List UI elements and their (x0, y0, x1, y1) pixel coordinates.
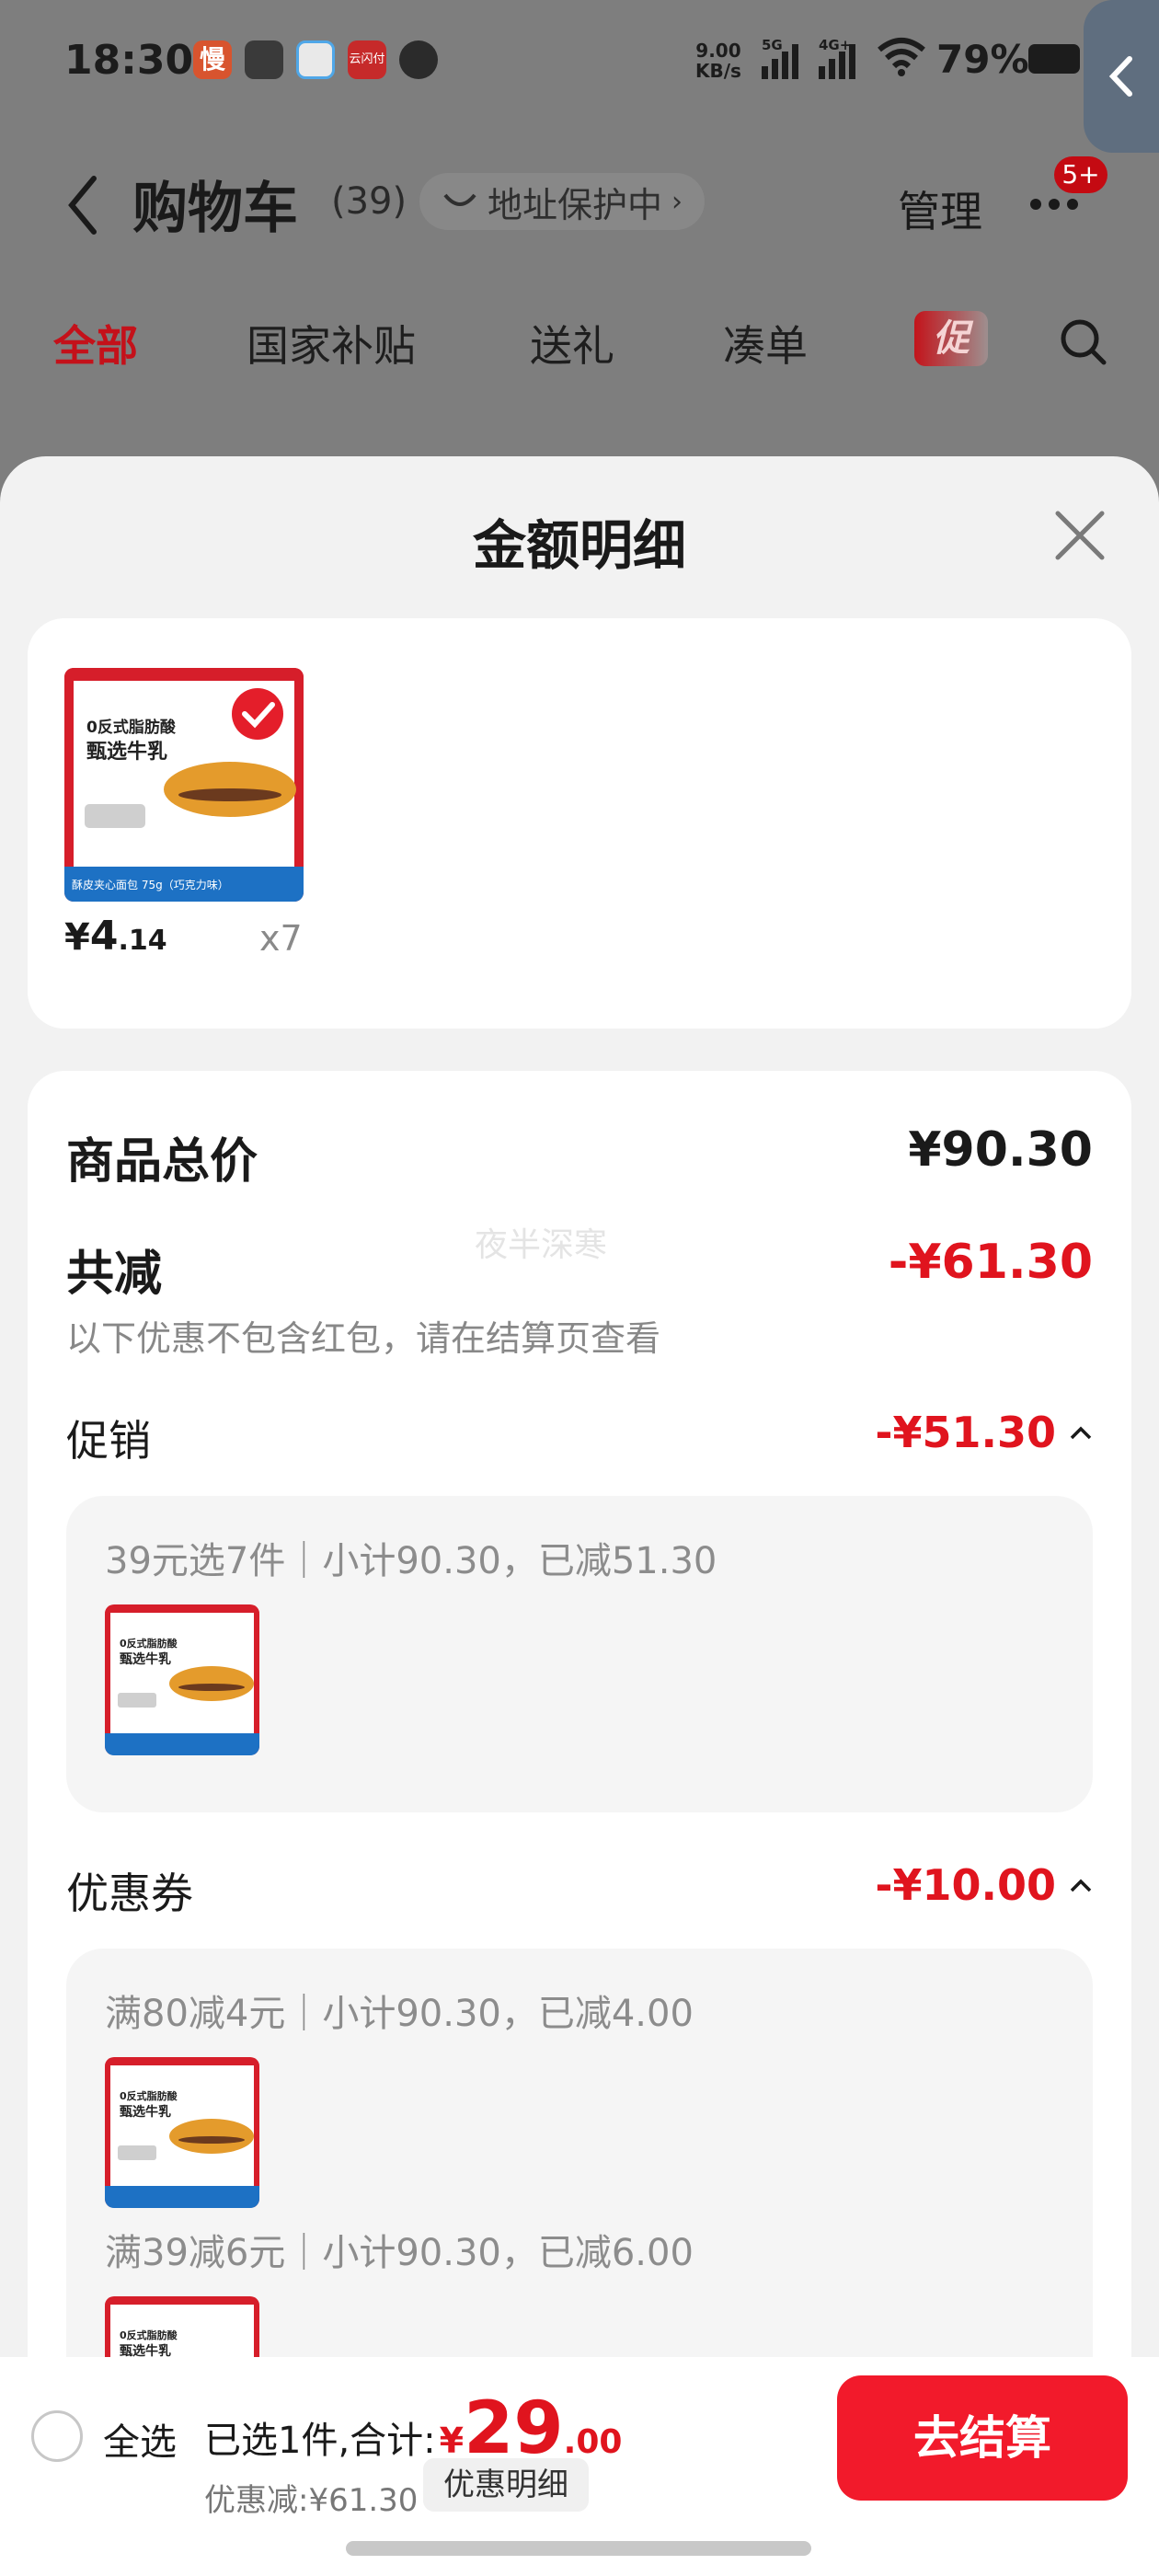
net-speed: 9.00 KB/s (695, 40, 741, 82)
tab-promotion[interactable]: 促 (914, 311, 988, 366)
product-price: ¥4.14 (64, 913, 167, 960)
page-title: 购物车 (132, 177, 298, 241)
manage-button[interactable]: 管理 (898, 178, 982, 239)
man-app-icon: 慢 (193, 40, 232, 79)
promotion-detail-text: 39元选7件｜小计90.30，已减51.30 (105, 1540, 717, 1582)
svg-text:酥皮夹心面包 75g（巧克力味）: 酥皮夹心面包 75g（巧克力味） (72, 879, 229, 891)
checkout-button[interactable]: 去结算 (837, 2375, 1128, 2501)
chevron-up-icon (1070, 1879, 1092, 1892)
promotion-detail-box: 39元选7件｜小计90.30，已减51.30 0反式脂肪酸 甄选牛乳 (66, 1496, 1093, 1812)
chevron-right-icon: › (671, 185, 683, 218)
unionpay-app-icon: 云闪付 (348, 40, 386, 79)
cart-tabs: 全部 国家补贴 送礼 凑单 促 (0, 311, 1159, 386)
battery-icon (1028, 44, 1080, 74)
tab-gift[interactable]: 送礼 (530, 313, 614, 374)
battery-percent: 79% (936, 37, 1029, 82)
coupon-detail-1: 满80减4元｜小计90.30，已减4.00 (105, 1993, 694, 2035)
coupon-product-thumbnail[interactable]: 0反式脂肪酸 甄选牛乳 (105, 2057, 259, 2208)
back-arrow-icon[interactable] (64, 173, 101, 237)
wifi-icon (878, 38, 925, 76)
tab-all[interactable]: 全部 (53, 313, 138, 374)
reduce-note: 以下优惠不包含红包，请在结算页查看 (66, 1318, 661, 1359)
selected-total: 已选1件,合计: ¥ 29 .00 (204, 2387, 623, 2470)
tab-national-subsidy[interactable]: 国家补贴 (247, 313, 416, 374)
status-bar: 18:30 慢 云闪付 9.00 KB/s 5G 4G+ 79% (0, 0, 1159, 129)
promotion-label: 促销 (66, 1416, 151, 1466)
reduce-value: -¥61.30 (888, 1235, 1093, 1290)
watermark-text: 夜半深寒 (475, 1226, 608, 1264)
home-indicator[interactable] (346, 2541, 811, 2556)
reduce-label: 共减 (66, 1247, 163, 1302)
svg-text:甄选牛乳: 甄选牛乳 (120, 2104, 171, 2120)
bag-app-icon (245, 40, 283, 79)
chevron-up-icon (1070, 1426, 1092, 1440)
address-protection-label: 地址保护中 (488, 184, 663, 225)
select-all-checkbox[interactable] (31, 2410, 83, 2462)
promotion-value[interactable]: -¥51.30 (875, 1408, 1093, 1457)
selected-product-card: 0反式脂肪酸 甄选牛乳 酥皮夹心面包 75g（巧克力味） ¥4.14 x7 (28, 618, 1131, 1029)
total-value: ¥90.30 (908, 1122, 1093, 1178)
product-thumbnail[interactable]: 0反式脂肪酸 甄选牛乳 酥皮夹心面包 75g（巧克力味） (64, 668, 304, 902)
chevron-left-icon (1108, 56, 1132, 97)
svg-text:0反式脂肪酸: 0反式脂肪酸 (120, 2089, 178, 2102)
select-all-label[interactable]: 全选 (103, 2412, 177, 2466)
signal-5g-icon: 5G (762, 37, 798, 79)
smile-icon (443, 193, 476, 206)
checkout-bar: 全选 已选1件,合计: ¥ 29 .00 优惠减:¥61.30 优惠明细 去结算 (0, 2357, 1159, 2576)
coupon-value[interactable]: -¥10.00 (875, 1860, 1093, 1910)
c-app-icon (399, 40, 438, 79)
svg-text:0反式脂肪酸: 0反式脂肪酸 (120, 2329, 178, 2341)
coupon-label: 优惠券 (66, 1869, 193, 1918)
sheet-title: 金额明细 (472, 514, 686, 577)
product-quantity: x7 (259, 918, 303, 959)
notification-icons: 慢 云闪付 (193, 40, 438, 79)
amount-detail-sheet: 金额明细 0反式脂肪酸 甄选牛乳 酥皮夹心面包 75g（巧克力味） ¥4.14 … (0, 456, 1159, 2576)
home-app-icon (296, 40, 335, 79)
svg-text:0反式脂肪酸: 0反式脂肪酸 (120, 1637, 178, 1650)
side-collapse-button[interactable] (1084, 0, 1159, 153)
address-protection-pill[interactable]: 地址保护中 › (419, 173, 706, 230)
svg-text:甄选牛乳: 甄选牛乳 (120, 1651, 171, 1667)
total-label: 商品总价 (66, 1134, 258, 1190)
svg-text:甄选牛乳: 甄选牛乳 (86, 740, 167, 764)
svg-text:0反式脂肪酸: 0反式脂肪酸 (86, 718, 177, 737)
discount-detail-button[interactable]: 优惠明细 (423, 2458, 589, 2512)
cart-header: 购物车 (39) 地址保护中 › 管理 5+ (0, 156, 1159, 258)
coupon-detail-2: 满39减6元｜小计90.30，已减6.00 (105, 2232, 694, 2274)
search-icon[interactable] (1058, 316, 1109, 368)
close-icon[interactable] (1052, 508, 1107, 563)
cart-count: (39) (331, 180, 407, 223)
tab-bundle[interactable]: 凑单 (723, 313, 808, 374)
signal-4g-icon: 4G+ (819, 37, 855, 79)
more-options-icon[interactable] (1030, 199, 1078, 210)
promotion-product-thumbnail[interactable]: 0反式脂肪酸 甄选牛乳 (105, 1604, 259, 1755)
discount-amount: 优惠减:¥61.30 (204, 2482, 419, 2519)
notification-badge: 5+ (1054, 156, 1107, 193)
price-breakdown-card: 商品总价 ¥90.30 共减 -¥61.30 夜半深寒 以下优惠不包含红包，请在… (28, 1071, 1131, 2576)
clock: 18:30 (64, 37, 194, 84)
